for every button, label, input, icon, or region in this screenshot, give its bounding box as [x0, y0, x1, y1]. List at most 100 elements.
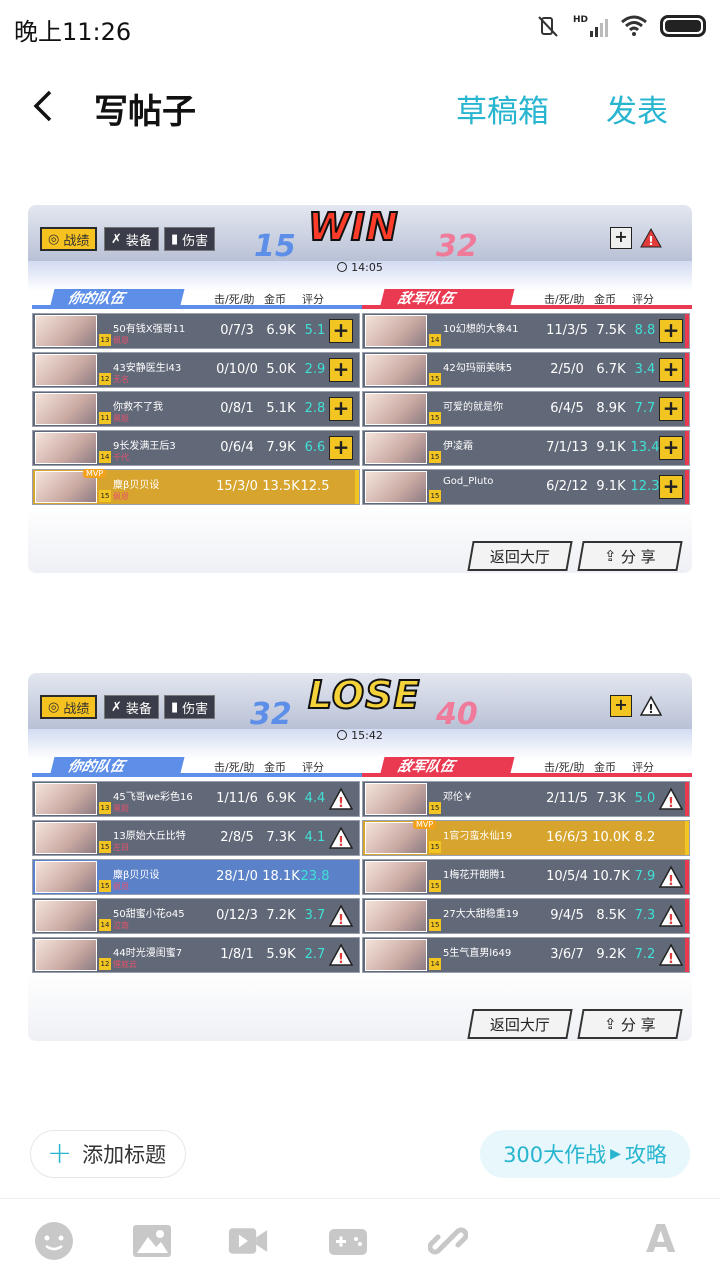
match-result-image-win[interactable]: ◎ 战绩 ✗ 装备 ▮ 伤害 15 WIN 32 14:05 + ! 你的队伍 击/死… [28, 205, 692, 573]
player-name: 你救不了我 [113, 402, 163, 413]
hero-avatar [365, 471, 427, 503]
player-name: 麋β贝贝设 [113, 480, 160, 491]
match-result-image-lose[interactable]: ◎ 战绩 ✗ 装备 ▮ 伤害 32 LOSE 40 15:42 + ! 你的队伍 击/… [28, 673, 692, 1041]
player-name: 伊凌霜 [443, 441, 473, 452]
status-bar: 晚上11:26 HD [0, 0, 720, 52]
my-player-row: 15 麋β贝贝设 佩恩 28/1/0 18.1K 23.8 [32, 859, 360, 895]
player-kda: 15/3/0 [216, 479, 258, 494]
tag-sub-label: 攻略 [624, 1143, 667, 1167]
svg-text:!: ! [648, 702, 653, 716]
hero-avatar [35, 432, 97, 464]
hero-name: 佩恩 [113, 882, 129, 891]
report-warning-icon: ! [329, 943, 353, 967]
add-friend-icon: + [659, 397, 683, 421]
svg-text:!: ! [338, 835, 344, 850]
svg-text:!: ! [668, 952, 674, 967]
add-friend-icon: + [329, 436, 353, 460]
draft-box-button[interactable]: 草稿箱 [456, 86, 549, 131]
video-icon[interactable] [228, 1221, 268, 1261]
add-friend-icon: + [659, 436, 683, 460]
level-badge: 14 [429, 958, 441, 970]
player-name: 27大大甜稳重19 [443, 909, 519, 920]
plus-icon: + [47, 1136, 73, 1171]
hero-avatar [35, 315, 97, 347]
add-friend-icon: + [610, 695, 632, 717]
left-team-score: 32 [250, 697, 292, 732]
match-time: 14:05 [28, 261, 692, 274]
player-kda: 6/4/5 [550, 401, 584, 416]
add-friend-icon: + [329, 319, 353, 343]
back-arrow-icon[interactable] [30, 88, 60, 124]
hero-name: 黑姬 [113, 414, 129, 423]
emoji-icon[interactable] [34, 1221, 74, 1261]
player-name: 可爱的就是你 [443, 402, 503, 413]
report-warning-icon: ! [329, 904, 353, 928]
level-badge: 12 [99, 958, 111, 970]
player-name: 50甜蜜小花o45 [113, 909, 185, 920]
share-button: ⇪ 分 享 [577, 541, 683, 571]
enemy-player-row: 15 可爱的就是你 6/4/5 8.9K 7.7 + [362, 391, 690, 427]
target-icon: ◎ [48, 231, 60, 247]
my-player-row: 13 50有钱X强哥11 佩恩 0/7/3 6.9K 5.1 + [32, 313, 360, 349]
enemy-player-row: 15 1梅花开朗腾1 10/5/4 10.7K 7.9! [362, 859, 690, 895]
publish-button[interactable]: 发表 [606, 86, 668, 131]
add-friend-icon: + [329, 358, 353, 382]
hero-avatar [365, 354, 427, 386]
report-warning-icon: ! [659, 865, 683, 889]
report-warning-icon: ! [659, 787, 683, 811]
svg-text:!: ! [338, 952, 344, 967]
level-badge: 14 [99, 919, 111, 931]
tab-stats: ◎ 战绩 [40, 695, 98, 719]
hero-avatar [35, 939, 97, 971]
player-kda: 0/8/1 [220, 401, 254, 416]
hero-avatar [365, 939, 427, 971]
enemy-player-row: 15 God_Pluto 6/2/12 9.1K 12.3 + [362, 469, 690, 505]
my-team-header: 你的队伍 击/死/助 金币 评分 [32, 757, 362, 777]
right-team-score: 40 [436, 697, 478, 732]
hero-avatar [35, 783, 97, 815]
player-name: 44时光漫闺蜜7 [113, 948, 183, 959]
player-kda: 0/6/4 [220, 440, 254, 455]
player-kda: 0/12/3 [216, 908, 258, 923]
my-player-row: 12 43安静医生l43 无名 0/10/0 5.0K 2.9 + [32, 352, 360, 388]
add-title-button[interactable]: + 添加标题 [30, 1130, 186, 1178]
level-badge: 15 [99, 841, 111, 853]
hero-name: 黑姬 [113, 804, 129, 813]
player-name: 1官刁蛮水仙19 [443, 831, 513, 842]
my-player-row: 15 13原始大丘比特 左目 2/8/5 7.3K 4.1! [32, 820, 360, 856]
my-player-row: 11 你救不了我 黑姬 0/8/1 5.1K 2.8 + [32, 391, 360, 427]
player-kda: 7/1/13 [546, 440, 588, 455]
player-score: 8.2 [634, 830, 656, 845]
clock-icon [337, 730, 348, 740]
topic-tag-button[interactable]: 300大作战 ▶ 攻略 [480, 1130, 690, 1178]
tab-equip: ✗ 装备 [104, 695, 159, 719]
svg-text:!: ! [668, 796, 674, 811]
font-format-icon[interactable]: A [646, 1217, 686, 1261]
status-time: 晚上11:26 [14, 18, 132, 46]
player-kda: 0/7/3 [220, 323, 254, 338]
right-team-score: 32 [436, 229, 478, 264]
hero-name: 佩恩 [113, 336, 129, 345]
back-to-lobby-button: 返回大厅 [467, 1009, 573, 1039]
tab-stats: ◎ 战绩 [40, 227, 98, 251]
enemy-player-row: 15 邓伦￥ 2/11/5 7.3K 5.0! [362, 781, 690, 817]
share-button: ⇪ 分 享 [577, 1009, 683, 1039]
my-team-header: 你的队伍 击/死/助 金币 评分 [32, 289, 362, 309]
image-icon[interactable] [132, 1221, 172, 1261]
battery-icon [660, 15, 706, 37]
play-arrow-icon: ▶ [610, 1146, 621, 1162]
player-name: 10幻想的大象41 [443, 324, 519, 335]
bar-chart-icon: ▮ [171, 231, 179, 247]
gamepad-icon[interactable] [328, 1221, 368, 1261]
back-to-lobby-button: 返回大厅 [467, 541, 573, 571]
level-badge: 15 [429, 802, 441, 814]
level-badge: 15 [429, 373, 441, 385]
svg-text:!: ! [338, 796, 344, 811]
status-icons: HD [537, 12, 706, 40]
enemy-player-row: 15 27大大甜稳重19 9/4/5 8.5K 7.3! [362, 898, 690, 934]
link-icon[interactable] [428, 1221, 468, 1261]
hero-avatar [365, 783, 427, 815]
target-icon: ◎ [48, 699, 60, 715]
warning-icon: ! [640, 695, 662, 716]
match-time: 15:42 [28, 729, 692, 742]
